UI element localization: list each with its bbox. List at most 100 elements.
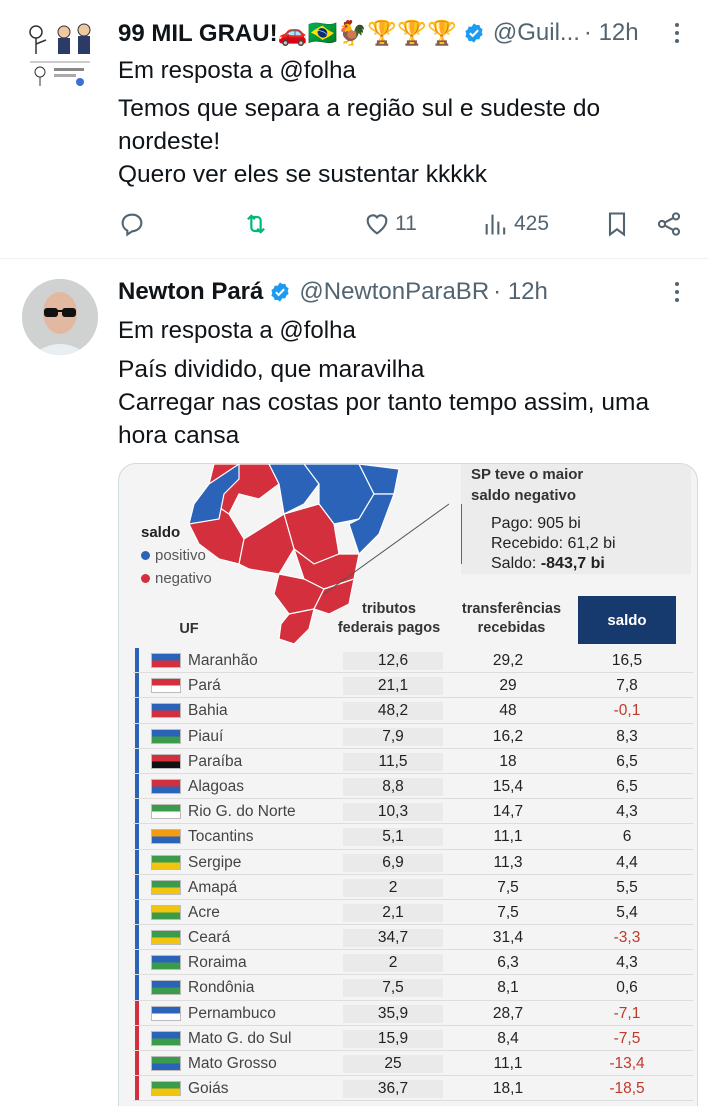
timestamp[interactable]: · 12h xyxy=(493,278,548,306)
cell-saldo: 4,4 xyxy=(616,853,638,871)
state-flag-icon xyxy=(151,728,181,744)
cell-uf: Maranhão xyxy=(188,652,258,669)
like-button[interactable]: 11 xyxy=(363,204,417,244)
table-row: Piauí 7,9 16,2 8,3 xyxy=(133,723,693,749)
state-flag-icon xyxy=(151,778,181,794)
cell-uf: Rio G. do Norte xyxy=(188,803,296,821)
tweet-text-line: País dividido, que maravilha xyxy=(118,356,425,383)
cell-uf: Roraima xyxy=(188,954,247,972)
tweet-header: Newton Pará @NewtonParaBR · 12h xyxy=(118,274,709,310)
cell-uf: Piauí xyxy=(188,727,224,745)
callout-saldo-label: Saldo: xyxy=(491,555,541,572)
cell-uf: Paraíba xyxy=(188,752,243,770)
tweet-text-line: Quero ver eles se sustentar kkkkk xyxy=(118,161,488,188)
state-flag-icon xyxy=(151,955,181,971)
cell-transferencias: 11,3 xyxy=(493,853,523,871)
cell-tributos: 6,9 xyxy=(343,853,443,872)
cell-transferencias: 48 xyxy=(499,702,517,720)
cell-tributos: 36,7 xyxy=(343,1080,443,1099)
row-indicator xyxy=(135,723,139,748)
retweet-icon xyxy=(247,214,265,234)
cell-saldo: -3,3 xyxy=(613,929,641,947)
table-row: Acre 2,1 7,5 5,4 xyxy=(133,899,693,926)
state-flag-icon xyxy=(151,904,181,920)
table-row: Sergipe 6,9 11,3 4,4 xyxy=(133,849,693,875)
sp-callout: SP teve o maior saldo negativo Pago: 905… xyxy=(461,464,691,574)
bookmark-button[interactable] xyxy=(603,204,631,244)
row-indicator xyxy=(135,648,139,673)
cell-uf: Pernambuco xyxy=(188,1004,276,1022)
row-indicator xyxy=(135,824,139,849)
row-indicator xyxy=(135,698,139,723)
cell-transferencias: 8,1 xyxy=(497,979,519,997)
cell-tributos: 21,1 xyxy=(343,677,443,696)
more-options-icon[interactable] xyxy=(667,274,687,310)
cell-tributos: 2,1 xyxy=(343,903,443,922)
reply-context: Em resposta a @folha xyxy=(118,57,356,84)
cell-uf: Pará xyxy=(188,677,221,695)
state-flag-icon xyxy=(151,879,181,895)
cell-tributos: 8,8 xyxy=(343,777,443,796)
avatar[interactable] xyxy=(22,279,98,355)
cell-saldo: 5,4 xyxy=(616,903,638,921)
cell-transferencias: 15,4 xyxy=(492,777,524,795)
tweet-text: País dividido, que maravilha Carregar na… xyxy=(118,353,685,452)
table-row: Rio G. do Norte 10,3 14,7 4,3 xyxy=(133,799,693,825)
row-indicator xyxy=(135,1000,139,1025)
col-header-tributos: tributos federais pagos xyxy=(324,600,454,638)
cell-transferencias: 14,7 xyxy=(492,803,524,821)
callout-pago: Pago: 905 bi xyxy=(491,515,581,532)
cell-uf: Bahia xyxy=(188,702,228,720)
reply-context: Em resposta a @folha xyxy=(118,317,356,344)
tweet-text-line: nordeste! xyxy=(118,128,221,155)
state-flag-icon xyxy=(151,753,181,769)
cell-uf: Ceará xyxy=(188,929,231,947)
table-row: Mato G. do Sul 15,9 8,4 -7,5 xyxy=(133,1025,693,1051)
cell-saldo: -18,5 xyxy=(609,1080,645,1098)
author-handle[interactable]: @Guil... xyxy=(493,19,580,47)
cell-transferencias: 11,1 xyxy=(493,1055,523,1072)
callout-saldo: Saldo: -843,7 bi xyxy=(491,554,616,574)
cell-saldo: 8,3 xyxy=(616,727,638,745)
retweet-button[interactable] xyxy=(242,204,270,244)
table-row: Rondônia 7,5 8,1 0,6 xyxy=(133,975,693,1001)
tweet-text-line: Carregar nas costas por tanto tempo assi… xyxy=(118,389,650,416)
share-button[interactable] xyxy=(655,204,683,244)
state-flag-icon xyxy=(151,1030,181,1046)
avatar[interactable] xyxy=(24,18,96,90)
cell-uf: Goiás xyxy=(188,1080,229,1098)
col-header-line: transferências xyxy=(461,601,562,617)
map-legend: saldo positivo negativo xyxy=(141,524,212,587)
cell-uf: Acre xyxy=(188,903,220,921)
cell-transferencias: 18,1 xyxy=(492,1080,524,1098)
author-name[interactable]: 99 MIL GRAU!🚗🇧🇷🐓🏆🏆🏆 xyxy=(118,19,457,48)
author-handle[interactable]: @NewtonParaBR xyxy=(299,278,489,306)
table-row: Bahia 48,2 48 -0,1 xyxy=(133,698,693,724)
cell-transferencias: 7,5 xyxy=(497,903,519,921)
author-name[interactable]: Newton Pará xyxy=(118,278,263,306)
state-flag-icon xyxy=(151,678,181,694)
views-button[interactable]: 425 xyxy=(482,204,549,244)
cell-tributos: 7,9 xyxy=(343,727,443,746)
row-indicator xyxy=(135,799,139,824)
state-flag-icon xyxy=(151,703,181,719)
cell-uf: Amapá xyxy=(188,878,238,896)
legend-label: negativo xyxy=(155,570,212,587)
table-row: Mato Grosso 25 11,1 -13,4 xyxy=(133,1051,693,1077)
cell-saldo: -0,1 xyxy=(613,702,641,720)
tweet-1[interactable]: 99 MIL GRAU!🚗🇧🇷🐓🏆🏆🏆 @Guil... · 12h Em re… xyxy=(0,0,709,258)
legend-title: saldo xyxy=(141,524,181,541)
meme-avatar-icon xyxy=(29,23,91,86)
views-icon xyxy=(485,214,506,235)
col-header-uf: UF xyxy=(179,621,199,637)
table-row: Goiás 36,7 18,1 -18,5 xyxy=(133,1076,693,1102)
state-flag-icon xyxy=(151,653,181,668)
cell-saldo: 16,5 xyxy=(611,652,643,669)
table-row: Paraíba 11,5 18 6,5 xyxy=(133,748,693,774)
more-options-icon[interactable] xyxy=(667,15,687,51)
row-indicator xyxy=(135,950,139,975)
callout-saldo-value: -843,7 bi xyxy=(540,555,605,572)
reply-button[interactable] xyxy=(118,204,146,244)
attached-image[interactable]: saldo positivo negativo SP teve o maior … xyxy=(118,463,698,1106)
timestamp[interactable]: · 12h xyxy=(584,19,639,47)
